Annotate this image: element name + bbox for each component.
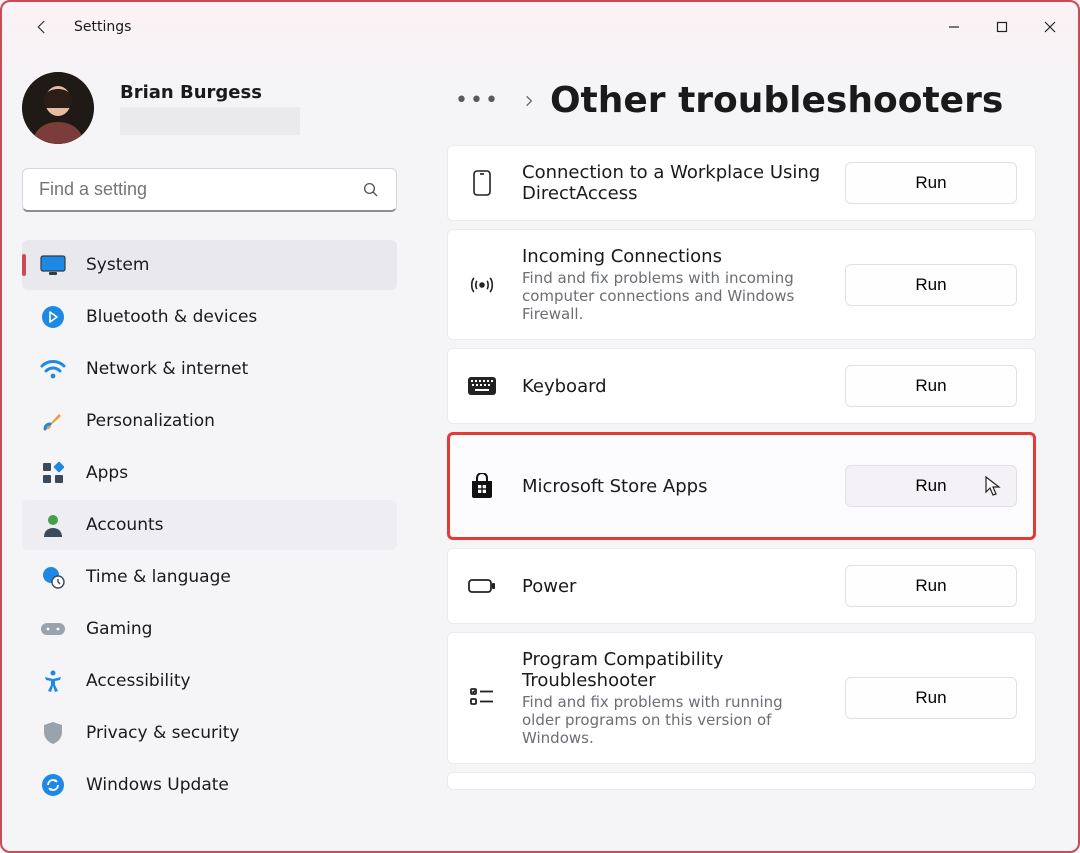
person-icon <box>40 512 66 538</box>
sidebar-item-accessibility[interactable]: Accessibility <box>22 656 397 706</box>
display-icon <box>40 252 66 278</box>
close-button[interactable] <box>1026 7 1074 47</box>
phone-icon <box>466 169 498 197</box>
troubleshooter-desc: Find and fix problems with incoming comp… <box>522 269 821 323</box>
avatar <box>22 72 94 144</box>
sidebar-item-privacy[interactable]: Privacy & security <box>22 708 397 758</box>
nav-list: System Bluetooth & devices Network & int… <box>22 240 397 810</box>
page-title: Other troubleshooters <box>550 80 1003 121</box>
run-button[interactable]: Run <box>845 162 1017 204</box>
troubleshooter-power[interactable]: Power Run <box>447 548 1036 624</box>
sidebar-item-label: Time & language <box>86 567 231 587</box>
sidebar-item-bluetooth[interactable]: Bluetooth & devices <box>22 292 397 342</box>
sidebar-item-label: Windows Update <box>86 775 229 795</box>
troubleshooter-title: Connection to a Workplace Using DirectAc… <box>522 162 821 204</box>
sidebar-item-time-language[interactable]: Time & language <box>22 552 397 602</box>
troubleshooter-directaccess[interactable]: Connection to a Workplace Using DirectAc… <box>447 145 1036 221</box>
troubleshooter-title: Microsoft Store Apps <box>522 476 821 497</box>
sidebar-item-network[interactable]: Network & internet <box>22 344 397 394</box>
main-content: ••• Other troubleshooters Connection to … <box>417 52 1078 851</box>
troubleshooter-microsoft-store-apps[interactable]: Microsoft Store Apps Run <box>447 432 1036 540</box>
sync-icon <box>40 772 66 798</box>
troubleshooter-title: Incoming Connections <box>522 246 821 267</box>
maximize-button[interactable] <box>978 7 1026 47</box>
troubleshooter-desc: Find and fix problems with running older… <box>522 693 821 747</box>
chevron-right-icon <box>522 94 536 108</box>
run-button-label: Run <box>915 476 946 495</box>
paintbrush-icon <box>40 408 66 434</box>
sidebar-item-windows-update[interactable]: Windows Update <box>22 760 397 810</box>
troubleshooter-title: Program Compatibility Troubleshooter <box>522 649 821 691</box>
back-button[interactable] <box>22 7 62 47</box>
troubleshooter-keyboard[interactable]: Keyboard Run <box>447 348 1036 424</box>
broadcast-icon <box>466 273 498 297</box>
minimize-button[interactable] <box>930 7 978 47</box>
apps-icon <box>40 460 66 486</box>
profile-email-placeholder <box>120 107 300 135</box>
sidebar-item-label: Privacy & security <box>86 723 240 743</box>
sidebar-item-label: Network & internet <box>86 359 248 379</box>
keyboard-icon <box>466 375 498 397</box>
store-icon <box>466 473 498 499</box>
checklist-icon <box>466 686 498 710</box>
run-button[interactable]: Run <box>845 565 1017 607</box>
troubleshooter-incoming-connections[interactable]: Incoming Connections Find and fix proble… <box>447 229 1036 340</box>
sidebar-item-personalization[interactable]: Personalization <box>22 396 397 446</box>
close-icon <box>1043 20 1057 34</box>
troubleshooter-list: Connection to a Workplace Using DirectAc… <box>447 145 1036 790</box>
profile-block[interactable]: Brian Burgess <box>22 72 397 144</box>
troubleshooter-more-below <box>447 772 1036 790</box>
globe-clock-icon <box>40 564 66 590</box>
search-box[interactable] <box>22 168 397 212</box>
sidebar-item-system[interactable]: System <box>22 240 397 290</box>
sidebar-item-gaming[interactable]: Gaming <box>22 604 397 654</box>
sidebar-item-label: Personalization <box>86 411 215 431</box>
sidebar-item-accounts[interactable]: Accounts <box>22 500 397 550</box>
sidebar-item-apps[interactable]: Apps <box>22 448 397 498</box>
profile-name: Brian Burgess <box>120 82 300 103</box>
run-button[interactable]: Run <box>845 465 1017 507</box>
search-icon <box>362 181 380 199</box>
shield-icon <box>40 720 66 746</box>
bluetooth-icon <box>40 304 66 330</box>
accessibility-icon <box>40 668 66 694</box>
sidebar: Brian Burgess System Bluetooth <box>2 52 417 851</box>
breadcrumb: ••• Other troubleshooters <box>447 80 1036 121</box>
arrow-left-icon <box>33 18 51 36</box>
sidebar-item-label: Bluetooth & devices <box>86 307 257 327</box>
run-button[interactable]: Run <box>845 264 1017 306</box>
cursor-icon <box>984 475 1002 497</box>
battery-icon <box>466 577 498 595</box>
sidebar-item-label: Apps <box>86 463 128 483</box>
sidebar-item-label: Accounts <box>86 515 164 535</box>
wifi-icon <box>40 356 66 382</box>
minimize-icon <box>948 21 960 33</box>
troubleshooter-program-compatibility[interactable]: Program Compatibility Troubleshooter Fin… <box>447 632 1036 764</box>
run-button[interactable]: Run <box>845 677 1017 719</box>
sidebar-item-label: Accessibility <box>86 671 191 691</box>
title-bar: Settings <box>2 2 1078 52</box>
sidebar-item-label: Gaming <box>86 619 152 639</box>
maximize-icon <box>996 21 1008 33</box>
search-input[interactable] <box>39 179 362 200</box>
app-title: Settings <box>74 19 131 35</box>
run-button[interactable]: Run <box>845 365 1017 407</box>
troubleshooter-title: Power <box>522 576 821 597</box>
troubleshooter-title: Keyboard <box>522 376 821 397</box>
gamepad-icon <box>40 616 66 642</box>
breadcrumb-overflow-button[interactable]: ••• <box>447 84 508 117</box>
sidebar-item-label: System <box>86 255 149 275</box>
